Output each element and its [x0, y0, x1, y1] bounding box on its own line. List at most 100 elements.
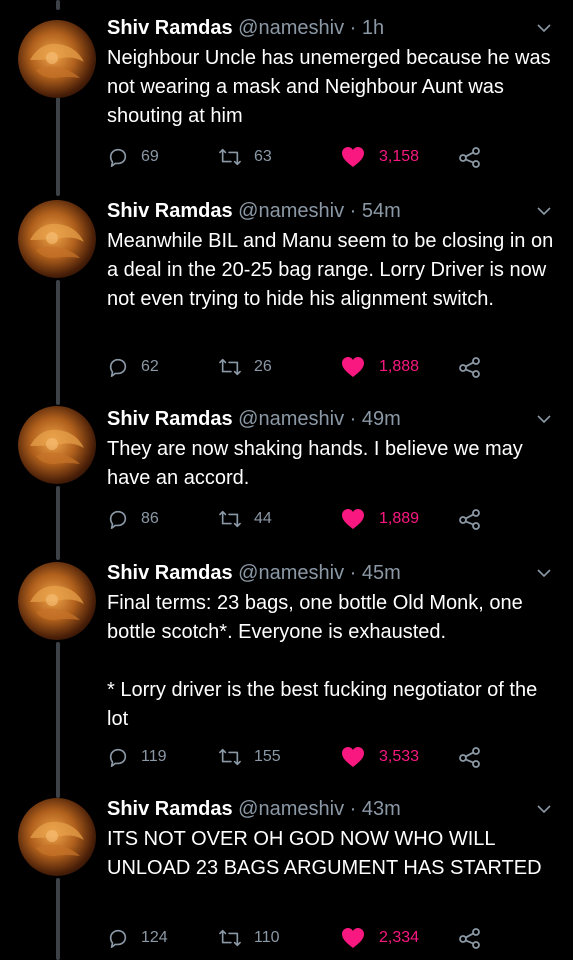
thread-line	[56, 280, 60, 405]
reply-count: 86	[141, 510, 159, 527]
action-bar: 69 63 3,158	[0, 145, 573, 169]
share-button[interactable]	[458, 745, 482, 769]
chevron-down-icon[interactable]	[537, 23, 551, 33]
tweet-header: Shiv Ramdas @nameshiv · 54m	[107, 198, 401, 224]
retweet-count: 63	[254, 148, 272, 165]
reply-icon	[109, 148, 127, 167]
action-bar: 62 26 1,888	[0, 355, 573, 379]
retweet-count: 26	[254, 358, 272, 375]
heart-icon	[342, 747, 364, 767]
share-button[interactable]	[458, 355, 482, 379]
retweet-button[interactable]: 26	[218, 355, 272, 379]
retweet-count: 110	[254, 929, 280, 946]
author-name[interactable]: Shiv Ramdas	[107, 562, 233, 584]
like-button[interactable]: 1,889	[341, 507, 419, 531]
heart-icon	[342, 147, 364, 167]
tweet-thread: Shiv Ramdas @nameshiv · 1h Neighbour Unc…	[0, 0, 573, 960]
retweet-count: 44	[254, 510, 272, 527]
like-button[interactable]: 2,334	[341, 926, 419, 950]
author-handle[interactable]: @nameshiv	[238, 200, 344, 222]
chevron-down-icon[interactable]	[537, 206, 551, 216]
like-count: 2,334	[379, 929, 420, 946]
separator-dot: ·	[349, 200, 357, 222]
thread-line	[56, 642, 60, 798]
chevron-down-icon[interactable]	[537, 804, 551, 814]
separator-dot: ·	[349, 562, 357, 584]
reply-count: 62	[141, 358, 159, 375]
tweet-text: ITS NOT OVER OH GOD NOW WHO WILL UNLOAD …	[107, 828, 542, 879]
avatar[interactable]	[18, 20, 96, 98]
share-button[interactable]	[458, 145, 482, 169]
author-name[interactable]: Shiv Ramdas	[107, 17, 233, 39]
heart-icon	[342, 357, 364, 377]
share-icon	[459, 147, 480, 168]
author-handle[interactable]: @nameshiv	[238, 17, 344, 39]
thread-line	[56, 0, 60, 10]
reply-button[interactable]: 86	[107, 507, 159, 531]
heart-icon	[342, 928, 364, 948]
tweet-text: Neighbour Uncle has unemerged because he…	[107, 47, 557, 127]
avatar[interactable]	[18, 200, 96, 278]
tweet-text: Final terms: 23 bags, one bottle Old Mon…	[107, 592, 538, 730]
avatar[interactable]	[18, 562, 96, 640]
tweet-header: Shiv Ramdas @nameshiv · 49m	[107, 406, 401, 432]
author-handle[interactable]: @nameshiv	[238, 562, 344, 584]
like-count: 3,533	[379, 748, 420, 765]
like-count: 1,888	[379, 358, 420, 375]
author-name[interactable]: Shiv Ramdas	[107, 798, 233, 820]
author-handle[interactable]: @nameshiv	[238, 408, 344, 430]
avatar[interactable]	[18, 798, 96, 876]
chevron-down-icon[interactable]	[537, 568, 551, 578]
reply-button[interactable]: 119	[107, 745, 167, 769]
share-button[interactable]	[458, 926, 482, 950]
reply-button[interactable]: 124	[107, 926, 168, 950]
avatar[interactable]	[18, 406, 96, 484]
timestamp[interactable]: 45m	[362, 562, 401, 584]
retweet-icon	[219, 929, 241, 947]
share-icon	[459, 747, 480, 768]
retweet-count: 155	[254, 748, 281, 765]
retweet-icon	[219, 358, 241, 376]
retweet-icon	[219, 748, 241, 766]
retweet-button[interactable]: 63	[218, 145, 272, 169]
tweet-header: Shiv Ramdas @nameshiv · 45m	[107, 560, 401, 586]
retweet-button[interactable]: 155	[218, 745, 281, 769]
action-bar: 124 110 2,334	[0, 926, 573, 950]
share-icon	[459, 357, 480, 378]
like-button[interactable]: 3,158	[341, 145, 419, 169]
chevron-down-icon[interactable]	[537, 414, 551, 424]
tweet-header: Shiv Ramdas @nameshiv · 1h	[107, 15, 384, 41]
action-bar: 119 155 3,533	[0, 745, 573, 769]
retweet-button[interactable]: 110	[218, 926, 280, 950]
reply-icon	[109, 510, 127, 529]
reply-count: 119	[141, 748, 167, 765]
author-handle[interactable]: @nameshiv	[238, 798, 344, 820]
like-button[interactable]: 1,888	[341, 355, 419, 379]
reply-count: 124	[141, 929, 168, 946]
share-icon	[459, 928, 480, 949]
retweet-icon	[219, 148, 241, 166]
tweet-header: Shiv Ramdas @nameshiv · 43m	[107, 796, 401, 822]
tweet-text: They are now shaking hands. I believe we…	[107, 438, 529, 489]
separator-dot: ·	[349, 798, 357, 820]
share-icon	[459, 509, 480, 530]
reply-count: 69	[141, 148, 159, 165]
tweet-text: Meanwhile BIL and Manu seem to be closin…	[107, 230, 559, 310]
author-name[interactable]: Shiv Ramdas	[107, 408, 233, 430]
reply-icon	[109, 929, 127, 948]
timestamp[interactable]: 43m	[362, 798, 401, 820]
retweet-icon	[219, 510, 241, 528]
author-name[interactable]: Shiv Ramdas	[107, 200, 233, 222]
timestamp[interactable]: 1h	[362, 17, 384, 39]
reply-icon	[109, 358, 127, 377]
timestamp[interactable]: 49m	[362, 408, 401, 430]
reply-button[interactable]: 69	[107, 145, 159, 169]
like-button[interactable]: 3,533	[341, 745, 419, 769]
like-count: 3,158	[379, 148, 420, 165]
action-bar: 86 44 1,889	[0, 507, 573, 531]
retweet-button[interactable]: 44	[218, 507, 272, 531]
like-count: 1,889	[379, 510, 420, 527]
timestamp[interactable]: 54m	[362, 200, 401, 222]
reply-button[interactable]: 62	[107, 355, 159, 379]
share-button[interactable]	[458, 507, 482, 531]
